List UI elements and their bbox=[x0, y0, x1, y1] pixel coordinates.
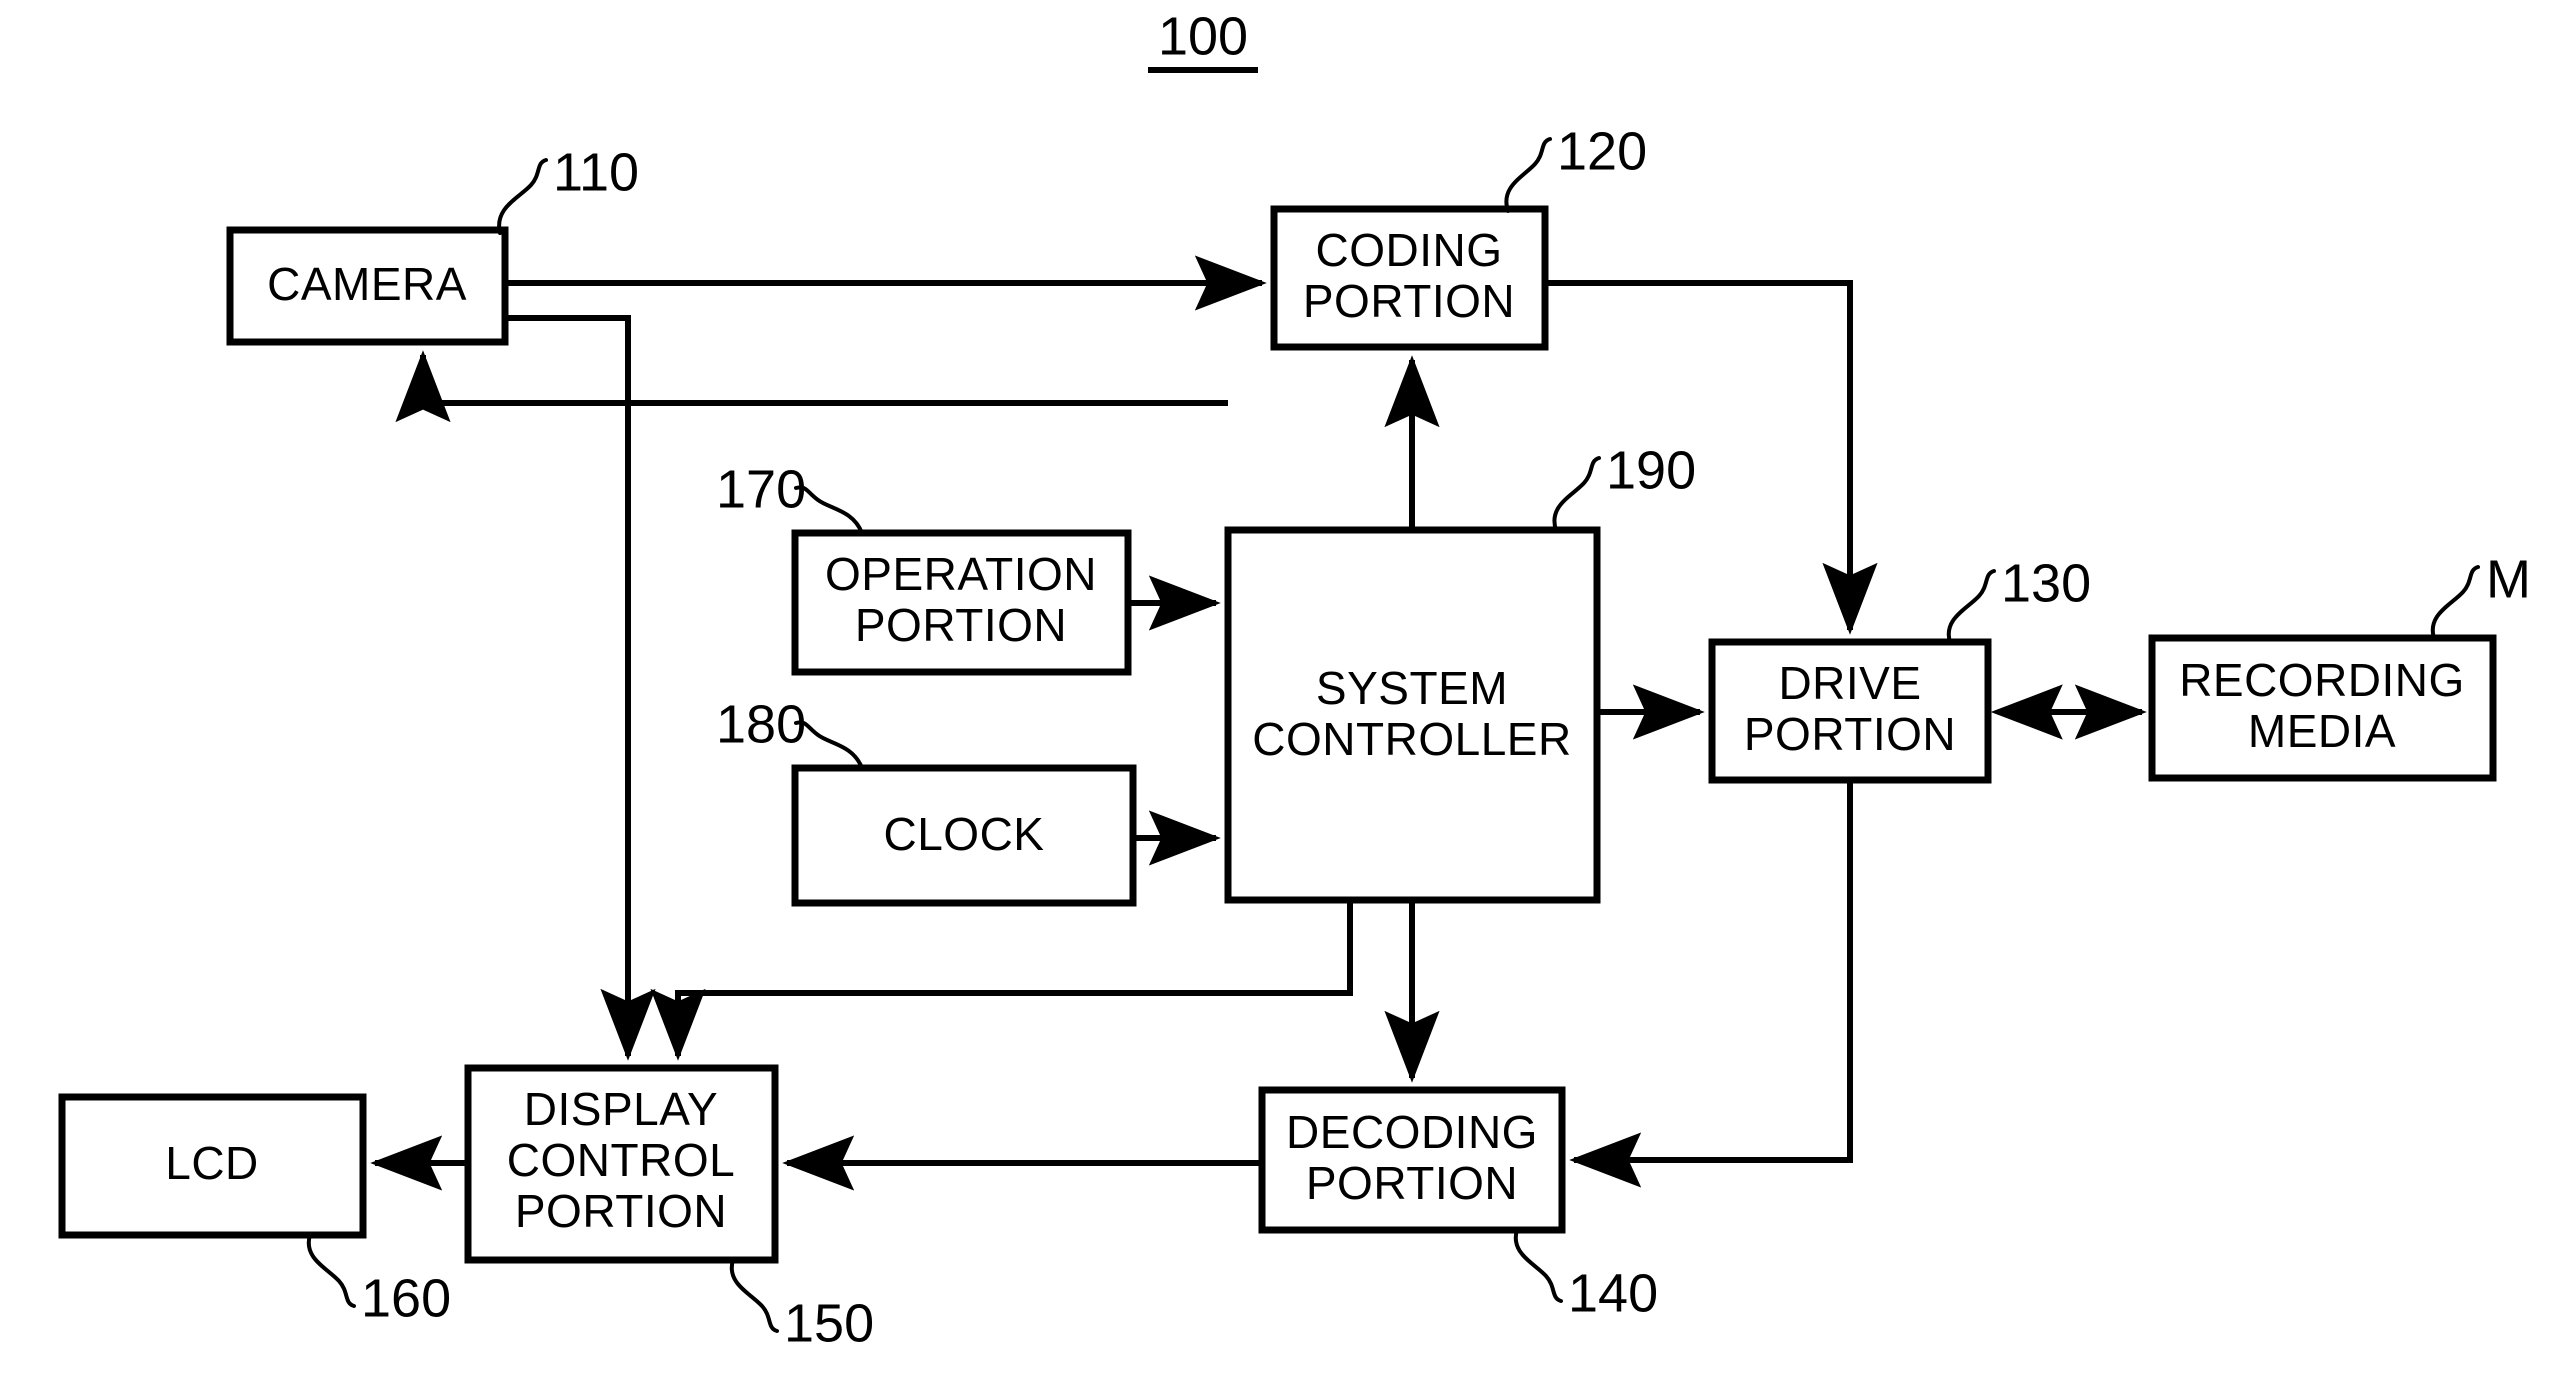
block-recording-media[interactable]: RECORDING MEDIA bbox=[2148, 634, 2497, 782]
operation-portion-label-line-2: PORTION bbox=[855, 599, 1067, 651]
recording-media-label-line-2: MEDIA bbox=[2248, 705, 2396, 757]
wire-drive-to-decoding bbox=[1569, 780, 1853, 1188]
coding-portion-label-line-1: CODING bbox=[1316, 224, 1503, 276]
block-clock[interactable]: CLOCK bbox=[791, 764, 1137, 907]
block-system-controller[interactable]: SYSTEM CONTROLLER bbox=[1224, 526, 1601, 904]
block-operation-portion[interactable]: OPERATION PORTION bbox=[791, 529, 1132, 676]
operation-portion-label-line-1: OPERATION bbox=[825, 548, 1097, 600]
figure-number: 100 bbox=[1158, 6, 1248, 66]
ref-150-leader bbox=[729, 1258, 779, 1333]
ref-170-group: 170 bbox=[716, 459, 864, 535]
ref-190-label: 190 bbox=[1606, 440, 1696, 500]
ref-M-label: M bbox=[2486, 549, 2531, 609]
ref-190-leader bbox=[1552, 456, 1601, 532]
lcd-label: LCD bbox=[165, 1137, 259, 1189]
ref-110-label: 110 bbox=[553, 142, 639, 202]
ref-140-label: 140 bbox=[1568, 1263, 1658, 1323]
ref-120-label: 120 bbox=[1557, 121, 1647, 181]
ref-170-label: 170 bbox=[716, 459, 806, 519]
ref-180-group: 180 bbox=[716, 694, 864, 770]
block-diagram: 100 CAMERA CODING PORTION OPERATION PORT… bbox=[58, 6, 2531, 1353]
ref-130-group: 130 bbox=[1946, 553, 2091, 644]
block-display-control-portion[interactable]: DISPLAY CONTROL PORTION bbox=[464, 1064, 779, 1264]
drive-portion-label-line-1: DRIVE bbox=[1778, 657, 1921, 709]
ref-M-leader bbox=[2430, 565, 2480, 640]
recording-media-label-line-1: RECORDING bbox=[2179, 654, 2465, 706]
ref-110-group: 110 bbox=[497, 142, 639, 235]
ref-150-group: 150 bbox=[729, 1258, 874, 1353]
display-control-label-line-3: PORTION bbox=[515, 1185, 727, 1237]
system-controller-label-line-1: SYSTEM bbox=[1316, 662, 1508, 714]
block-lcd[interactable]: LCD bbox=[58, 1093, 367, 1239]
coding-portion-label-line-2: PORTION bbox=[1303, 275, 1515, 327]
figure-number-group: 100 bbox=[1148, 6, 1258, 73]
ref-120-leader bbox=[1504, 137, 1552, 213]
ref-130-label: 130 bbox=[2001, 553, 2091, 613]
ref-190-group: 190 bbox=[1552, 440, 1696, 532]
ref-110-leader bbox=[497, 158, 548, 235]
ref-M-group: M bbox=[2430, 549, 2531, 640]
decoding-portion-label-line-2: PORTION bbox=[1306, 1157, 1518, 1209]
display-control-label-line-1: DISPLAY bbox=[524, 1083, 718, 1135]
clock-label: CLOCK bbox=[884, 808, 1045, 860]
ref-160-group: 160 bbox=[306, 1233, 451, 1328]
ref-140-leader bbox=[1513, 1228, 1563, 1303]
ref-120-group: 120 bbox=[1504, 121, 1647, 213]
ref-150-label: 150 bbox=[784, 1293, 874, 1353]
decoding-portion-label-line-1: DECODING bbox=[1286, 1106, 1538, 1158]
ref-130-leader bbox=[1946, 569, 1996, 644]
system-controller-label-line-2: CONTROLLER bbox=[1252, 713, 1571, 765]
block-drive-portion[interactable]: DRIVE PORTION bbox=[1708, 638, 1992, 784]
wire-camera-to-display-control bbox=[505, 315, 656, 1061]
ref-140-group: 140 bbox=[1513, 1228, 1658, 1323]
block-camera[interactable]: CAMERA bbox=[226, 226, 509, 346]
display-control-label-line-2: CONTROL bbox=[507, 1134, 735, 1186]
ref-180-label: 180 bbox=[716, 694, 806, 754]
drive-portion-label-line-2: PORTION bbox=[1744, 708, 1956, 760]
ref-160-label: 160 bbox=[361, 1268, 451, 1328]
patent-figure-canvas: 100 CAMERA CODING PORTION OPERATION PORT… bbox=[0, 0, 2559, 1387]
wire-system-controller-to-display-control bbox=[650, 900, 1353, 1061]
block-coding-portion[interactable]: CODING PORTION bbox=[1270, 205, 1549, 351]
wire-system-controller-to-camera bbox=[395, 350, 1228, 423]
camera-label: CAMERA bbox=[267, 258, 467, 310]
ref-160-leader bbox=[306, 1233, 356, 1308]
block-decoding-portion[interactable]: DECODING PORTION bbox=[1258, 1086, 1566, 1234]
